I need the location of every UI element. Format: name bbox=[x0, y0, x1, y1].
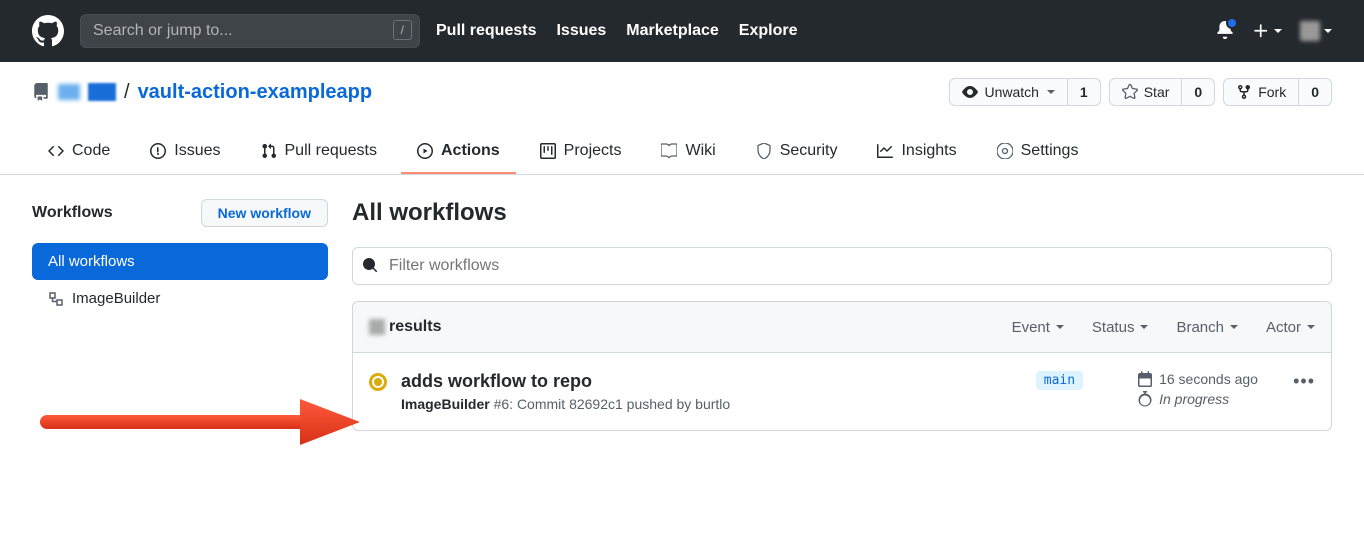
status-in-progress-icon bbox=[369, 373, 387, 391]
sidebar-title: Workflows bbox=[32, 204, 113, 222]
search-input[interactable] bbox=[80, 14, 420, 48]
star-icon bbox=[1122, 84, 1138, 100]
tab-pull-requests[interactable]: Pull requests bbox=[245, 130, 394, 174]
workflow-icon bbox=[48, 291, 64, 307]
avatar bbox=[1300, 21, 1320, 41]
filter-event[interactable]: Event bbox=[1012, 319, 1064, 336]
nav-issues[interactable]: Issues bbox=[556, 22, 606, 40]
tab-wiki[interactable]: Wiki bbox=[645, 130, 731, 174]
github-logo-icon[interactable] bbox=[32, 15, 64, 47]
star-button[interactable]: Star bbox=[1109, 78, 1183, 106]
slash-key-hint: / bbox=[393, 20, 412, 40]
nav-explore[interactable]: Explore bbox=[739, 22, 798, 40]
workflow-run-row[interactable]: adds workflow to repo ImageBuilder #6: C… bbox=[353, 353, 1331, 430]
owner-link[interactable] bbox=[88, 81, 116, 104]
eye-icon bbox=[962, 84, 978, 100]
notification-dot bbox=[1226, 17, 1238, 29]
tab-code[interactable]: Code bbox=[32, 130, 126, 174]
tab-settings[interactable]: Settings bbox=[981, 130, 1095, 174]
run-menu-button[interactable]: ••• bbox=[1293, 371, 1315, 392]
fork-icon bbox=[1236, 84, 1252, 100]
filter-workflows-input[interactable] bbox=[352, 247, 1332, 285]
run-subtitle: ImageBuilder #6: Commit 82692c1 pushed b… bbox=[401, 396, 982, 412]
page-title: All workflows bbox=[352, 199, 1332, 227]
branch-badge[interactable]: main bbox=[1036, 371, 1083, 390]
notifications-button[interactable] bbox=[1216, 21, 1234, 42]
fork-button[interactable]: Fork bbox=[1223, 78, 1299, 106]
filter-status[interactable]: Status bbox=[1092, 319, 1149, 336]
star-count[interactable]: 0 bbox=[1182, 78, 1215, 106]
search-icon bbox=[362, 257, 378, 273]
sidebar-item-imagebuilder[interactable]: ImageBuilder bbox=[32, 280, 328, 317]
path-separator: / bbox=[124, 81, 130, 104]
tab-projects[interactable]: Projects bbox=[524, 130, 638, 174]
tab-insights[interactable]: Insights bbox=[861, 130, 972, 174]
user-menu[interactable] bbox=[1300, 21, 1332, 41]
run-title[interactable]: adds workflow to repo bbox=[401, 371, 982, 392]
tab-security[interactable]: Security bbox=[740, 130, 854, 174]
repo-icon bbox=[32, 83, 50, 101]
unwatch-button[interactable]: Unwatch bbox=[949, 78, 1067, 106]
repo-name-link[interactable]: vault-action-exampleapp bbox=[138, 81, 373, 104]
results-count-blurred bbox=[369, 319, 385, 335]
watch-count[interactable]: 1 bbox=[1068, 78, 1101, 106]
run-timestamp: 16 seconds ago bbox=[1137, 371, 1267, 387]
nav-marketplace[interactable]: Marketplace bbox=[626, 22, 719, 40]
create-menu[interactable] bbox=[1252, 22, 1282, 40]
owner-avatar-blurred bbox=[58, 84, 80, 100]
results-label: results bbox=[389, 318, 441, 336]
nav-pull-requests[interactable]: Pull requests bbox=[436, 22, 536, 40]
calendar-icon bbox=[1137, 371, 1153, 387]
new-workflow-button[interactable]: New workflow bbox=[201, 199, 328, 227]
filter-actor[interactable]: Actor bbox=[1266, 319, 1315, 336]
tab-issues[interactable]: Issues bbox=[134, 130, 236, 174]
sidebar-item-all-workflows[interactable]: All workflows bbox=[32, 243, 328, 280]
stopwatch-icon bbox=[1137, 391, 1153, 407]
run-status: In progress bbox=[1137, 391, 1267, 407]
fork-count[interactable]: 0 bbox=[1299, 78, 1332, 106]
filter-branch[interactable]: Branch bbox=[1176, 319, 1238, 336]
tab-actions[interactable]: Actions bbox=[401, 130, 516, 174]
